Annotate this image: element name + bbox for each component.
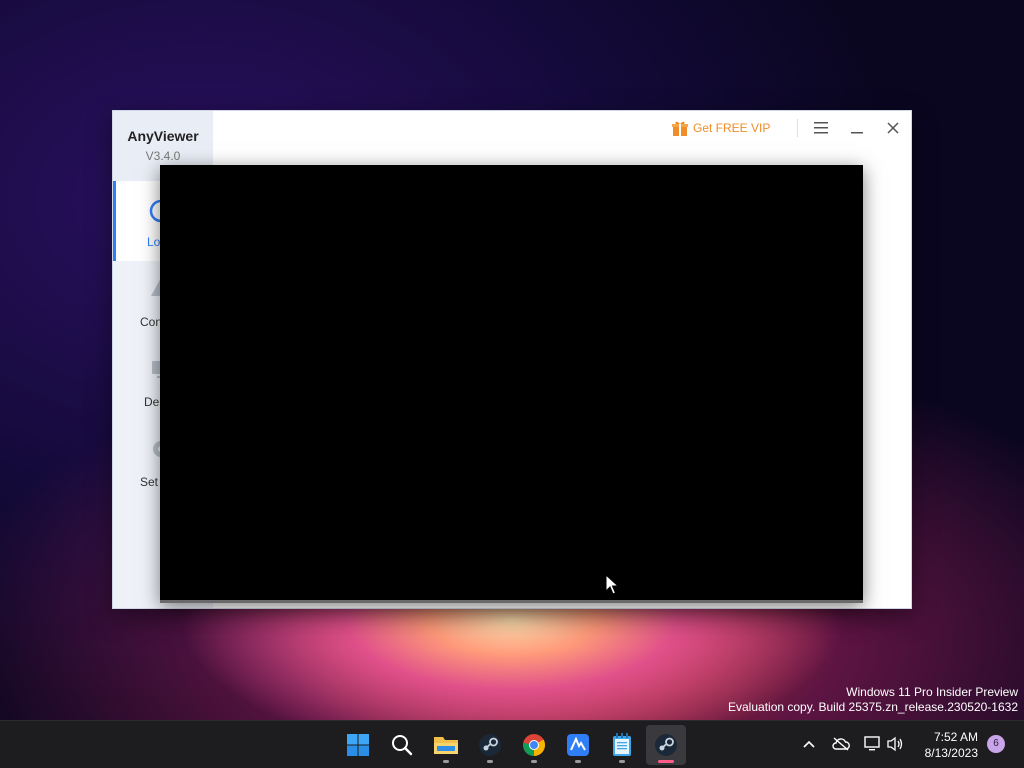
network-button[interactable] <box>863 734 883 754</box>
cloud-offline-icon <box>832 737 850 751</box>
start-icon <box>347 734 369 756</box>
file-explorer-icon <box>434 737 458 754</box>
search-icon <box>392 735 413 756</box>
gift-icon <box>672 121 688 136</box>
file-explorer-button[interactable] <box>426 725 466 765</box>
minimize-icon <box>851 132 863 134</box>
steam-active-icon <box>655 734 677 756</box>
running-indicator <box>443 760 449 763</box>
clock[interactable]: 7:52 AM 8/13/2023 <box>908 729 978 761</box>
onedrive-button[interactable] <box>831 734 851 754</box>
watermark-line-1: Windows 11 Pro Insider Preview <box>846 685 1018 699</box>
steam-icon <box>479 734 501 756</box>
steam-button[interactable] <box>470 725 510 765</box>
sidebar-item-label: De <box>144 395 160 409</box>
sidebar-item-label: Con <box>140 315 163 329</box>
windows-watermark: Windows 11 Pro Insider Preview Evaluatio… <box>728 685 1018 715</box>
clock-date: 8/13/2023 <box>924 746 978 760</box>
mouse-cursor-icon <box>605 574 619 595</box>
active-indicator <box>658 760 674 763</box>
volume-icon <box>887 736 903 752</box>
titlebar-divider <box>797 119 798 137</box>
notepad-button[interactable] <box>602 725 642 765</box>
get-vip-button[interactable]: Get FREE VIP <box>671 117 770 139</box>
network-icon <box>864 736 880 751</box>
search-button[interactable] <box>382 725 422 765</box>
chevron-up-icon <box>803 740 815 748</box>
start-button[interactable] <box>338 725 378 765</box>
notification-badge[interactable]: 6 <box>987 735 1005 753</box>
anyviewer-taskbar-button[interactable] <box>558 725 598 765</box>
running-indicator <box>619 760 625 763</box>
watermark-line-2: Evaluation copy. Build 25375.zn_release.… <box>728 700 1018 714</box>
clock-time: 7:52 AM <box>933 730 978 744</box>
volume-button[interactable] <box>885 734 905 754</box>
taskbar: 7:52 AM 8/13/2023 <box>0 720 1024 768</box>
running-indicator <box>575 760 581 763</box>
close-icon <box>887 122 899 134</box>
app-name: AnyViewer <box>127 128 199 144</box>
app-version: V3.4.0 <box>145 149 181 163</box>
hamburger-icon <box>814 122 828 134</box>
notepad-icon <box>613 733 631 756</box>
sidebar-item-label: Set <box>140 475 159 489</box>
menu-button[interactable] <box>807 115 835 141</box>
minimize-button[interactable] <box>843 115 871 141</box>
running-indicator <box>531 760 537 763</box>
running-indicator <box>487 760 493 763</box>
remote-session-window[interactable] <box>160 165 863 603</box>
close-button[interactable] <box>879 115 907 141</box>
steam-active-button[interactable] <box>646 725 686 765</box>
titlebar-actions: Get FREE VIP <box>651 111 911 145</box>
chrome-icon <box>523 734 545 756</box>
show-hidden-icons-button[interactable] <box>799 734 819 754</box>
vip-label: Get FREE VIP <box>693 121 771 135</box>
anyviewer-icon <box>567 734 589 756</box>
sidebar-item-label: Lo <box>147 235 161 249</box>
chrome-button[interactable] <box>514 725 554 765</box>
